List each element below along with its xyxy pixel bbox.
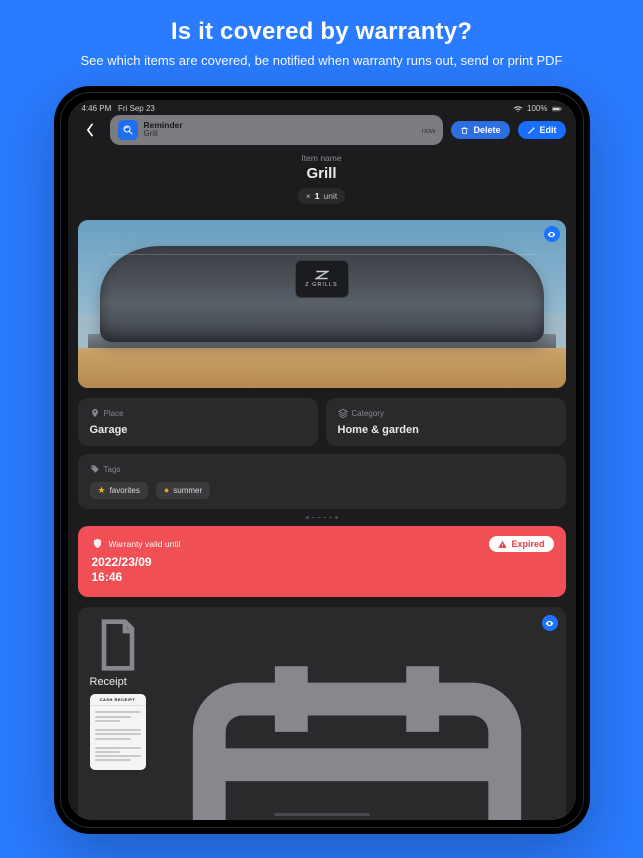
- tag-name: favorites: [110, 486, 140, 495]
- notification-banner[interactable]: Reminder Grill now: [110, 115, 444, 145]
- receipt-thumb-title: CASH RECEIPT: [90, 694, 146, 706]
- unit-prefix: ×: [306, 191, 311, 201]
- tag-icon: [90, 464, 100, 474]
- status-left: 4:46 PM Fri Sep 23: [82, 104, 155, 113]
- shield-icon: [92, 538, 103, 549]
- pin-icon: [90, 408, 100, 418]
- magnifier-refresh-icon: [122, 124, 134, 136]
- item-detail: Item name Grill × 1 unit Z GRILLS: [68, 151, 576, 820]
- receipt-thumb-lines: [90, 706, 146, 766]
- purchased-on-block: Purchased on 2022/23/09: [160, 617, 554, 820]
- item-name-label: Item name: [78, 153, 566, 163]
- document-icon: [90, 617, 146, 673]
- tag-chip[interactable]: ★ favorites: [90, 482, 148, 499]
- promo-headline: Is it covered by warranty?: [81, 18, 563, 46]
- tags-label-text: Tags: [104, 465, 121, 474]
- home-indicator[interactable]: [274, 813, 370, 816]
- receipt-card[interactable]: Receipt CASH RECEIPT: [78, 607, 566, 820]
- notification-time: now: [422, 126, 436, 135]
- info-grid: Place Garage Category Home & garden: [78, 398, 566, 446]
- ipad-frame: 4:46 PM Fri Sep 23 100% Reminder: [54, 86, 590, 834]
- delete-label: Delete: [473, 125, 500, 135]
- edit-button[interactable]: Edit: [518, 121, 566, 139]
- tag-emoji: ★: [98, 486, 106, 495]
- status-date: Fri Sep 23: [118, 104, 155, 113]
- edit-label: Edit: [540, 125, 557, 135]
- expired-text: Expired: [511, 539, 544, 549]
- tag-name: summer: [173, 486, 202, 495]
- promo-banner: Is it covered by warranty? See which ite…: [51, 0, 593, 86]
- place-label-text: Place: [104, 409, 124, 418]
- status-right: 100%: [513, 104, 561, 113]
- tags-row: ★ favorites ● summer: [90, 482, 554, 499]
- delete-button[interactable]: Delete: [451, 121, 509, 139]
- photo-view-button[interactable]: [544, 226, 560, 242]
- warning-icon: [498, 540, 507, 549]
- item-name: Grill: [78, 165, 566, 182]
- receipt-left: Receipt CASH RECEIPT: [90, 617, 146, 820]
- eye-icon: [545, 619, 554, 628]
- status-time: 4:46 PM: [82, 104, 112, 113]
- warranty-label: Warranty valid until: [92, 538, 552, 549]
- tag-emoji: ●: [164, 486, 169, 495]
- notification-subtitle: Grill: [144, 130, 183, 139]
- photo-wood: [78, 348, 566, 388]
- category-value: Home & garden: [338, 424, 554, 436]
- trash-icon: [460, 126, 469, 135]
- purchased-on-label: Purchased on: [160, 617, 554, 820]
- category-label: Category: [338, 408, 554, 418]
- warranty-time-value: 16:46: [92, 570, 123, 584]
- receipt-label-text: Receipt: [90, 676, 127, 688]
- category-label-text: Category: [352, 409, 384, 418]
- top-bar: Reminder Grill now Delete Edit: [68, 113, 576, 151]
- brand-logo-icon: [315, 270, 329, 280]
- tags-label: Tags: [90, 464, 554, 474]
- place-label: Place: [90, 408, 306, 418]
- unit-chip: × 1 unit: [298, 188, 345, 204]
- photo-brand-text: Z GRILLS: [305, 282, 337, 288]
- warranty-date-value: 2022/23/09: [92, 555, 152, 569]
- item-header: Item name Grill × 1 unit: [78, 151, 566, 210]
- calendar-icon: [160, 617, 554, 820]
- place-card[interactable]: Place Garage: [78, 398, 318, 446]
- pencil-icon: [527, 126, 536, 135]
- tags-card[interactable]: Tags ★ favorites ● summer: [78, 454, 566, 509]
- category-card[interactable]: Category Home & garden: [326, 398, 566, 446]
- battery-pct: 100%: [527, 104, 547, 113]
- warranty-date: 2022/23/09 16:46: [92, 555, 552, 585]
- warranty-card[interactable]: Warranty valid until 2022/23/09 16:46 Ex…: [78, 526, 566, 597]
- unit-count: 1: [315, 191, 320, 201]
- notification-app-icon: [118, 120, 138, 140]
- place-value: Garage: [90, 424, 306, 436]
- battery-icon: [552, 105, 562, 113]
- notification-texts: Reminder Grill: [144, 121, 183, 139]
- layers-icon: [338, 408, 348, 418]
- receipt-label: Receipt: [90, 617, 146, 688]
- receipt-right: Purchased on 2022/23/09 Purchased at ABC…: [160, 617, 554, 820]
- item-photo[interactable]: Z GRILLS: [78, 220, 566, 388]
- app-screen: 4:46 PM Fri Sep 23 100% Reminder: [68, 100, 576, 820]
- photo-brand-badge: Z GRILLS: [295, 260, 349, 298]
- warranty-label-text: Warranty valid until: [109, 539, 181, 549]
- wifi-icon: [513, 105, 523, 113]
- receipt-view-button[interactable]: [542, 615, 558, 631]
- chevron-left-icon: [84, 123, 96, 137]
- unit-word: unit: [323, 191, 337, 201]
- receipt-thumbnail[interactable]: CASH RECEIPT: [90, 694, 146, 770]
- promo-subtext: See which items are covered, be notified…: [81, 52, 563, 70]
- expired-badge: Expired: [489, 536, 553, 552]
- back-button[interactable]: [78, 123, 102, 137]
- eye-icon: [547, 230, 556, 239]
- tag-chip[interactable]: ● summer: [156, 482, 210, 499]
- section-divider: [78, 517, 566, 518]
- status-bar: 4:46 PM Fri Sep 23 100%: [68, 100, 576, 113]
